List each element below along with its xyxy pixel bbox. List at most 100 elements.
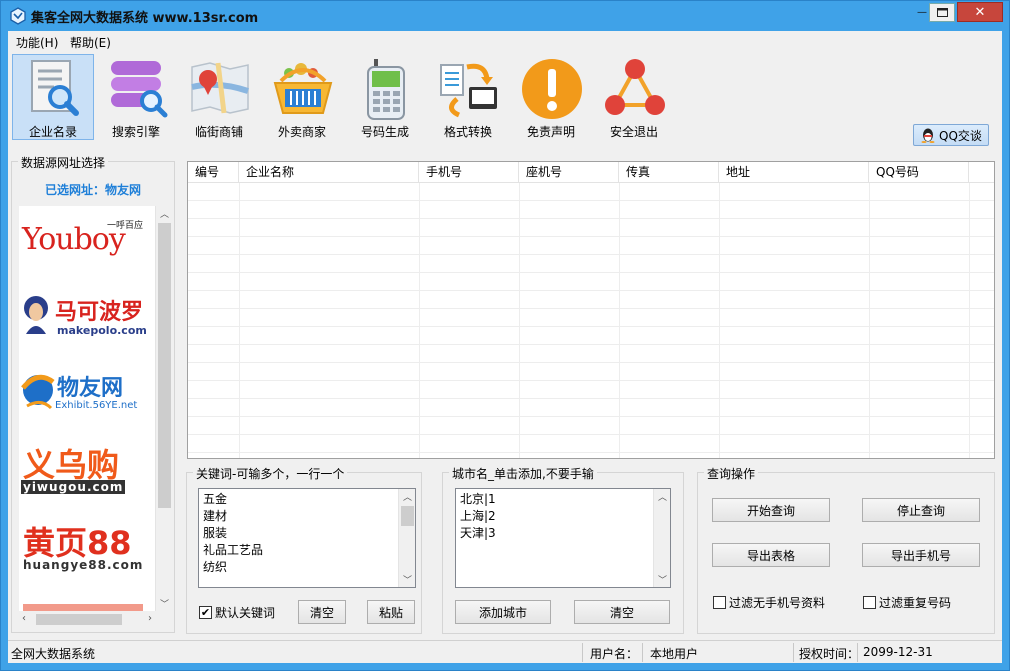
keywords-clear-button[interactable]: 清空 — [298, 600, 346, 624]
scroll-thumb[interactable] — [36, 614, 122, 625]
table-row[interactable] — [188, 237, 994, 255]
scroll-up-arrow-icon[interactable]: ︿ — [403, 490, 412, 503]
map-pin-icon — [191, 62, 249, 114]
keywords-panel-title: 关键词-可输多个，一行一个 — [193, 465, 348, 482]
keywords-textarea[interactable]: 五金 建材 服装 礼品工艺品 纺织 ︿ ﹀ — [198, 488, 416, 588]
col-header-qq[interactable]: QQ号码 — [869, 162, 969, 183]
qq-chat-label: QQ交谈 — [939, 128, 982, 143]
default-keyword-label: 默认关键词 — [215, 606, 276, 620]
col-header-mobile[interactable]: 手机号 — [419, 162, 519, 183]
checkbox-box[interactable] — [863, 596, 876, 609]
query-panel: 查询操作 开始查询 停止查询 导出表格 导出手机号 过滤无手机号资料 过滤重复号… — [697, 465, 995, 634]
scroll-down-arrow-icon[interactable]: ﹀ — [160, 597, 169, 610]
scroll-thumb[interactable] — [158, 223, 171, 508]
tool-format-convert[interactable]: 格式转换 — [427, 54, 509, 140]
table-row[interactable] — [188, 345, 994, 363]
scroll-down-arrow-icon[interactable]: ﹀ — [658, 573, 667, 586]
cities-clear-button[interactable]: 清空 — [574, 600, 670, 624]
scroll-up-arrow-icon[interactable]: ︿ — [160, 207, 169, 220]
keyword-item: 五金 — [203, 492, 228, 506]
cities-panel: 城市名_单击添加,不要手输 北京|1 上海|2 天津|3 ︿ ﹀ 添加城市 清空 — [442, 465, 684, 634]
table-row[interactable] — [188, 255, 994, 273]
scroll-down-arrow-icon[interactable]: ﹀ — [403, 573, 412, 586]
filter-no-phone-label: 过滤无手机号资料 — [729, 596, 826, 610]
tool-street-shops[interactable]: 临街商铺 — [178, 54, 260, 140]
keywords-panel: 关键词-可输多个，一行一个 五金 建材 服装 礼品工艺品 纺织 ︿ ﹀ ✔ 默认… — [186, 465, 422, 634]
site-logo-56ye[interactable]: 物友网 Exhibit.56YE.net — [19, 362, 155, 422]
tool-label: 安全退出 — [609, 125, 658, 139]
tool-company-directory[interactable]: 企业名录 — [12, 54, 94, 140]
site-logo-makepolo[interactable]: 马可波罗 makepolo.com — [19, 286, 155, 346]
keyword-item: 建材 — [203, 509, 228, 523]
minimize-icon: — — [917, 6, 927, 18]
stop-query-button[interactable]: 停止查询 — [862, 498, 980, 522]
table-row[interactable] — [188, 381, 994, 399]
default-keyword-checkbox[interactable]: ✔ 默认关键词 — [199, 604, 275, 621]
menu-help[interactable]: 帮助(E) — [70, 34, 111, 51]
keywords-paste-button[interactable]: 粘贴 — [367, 600, 415, 624]
keywords-vscrollbar[interactable]: ︿ ﹀ — [398, 489, 415, 587]
table-row[interactable] — [188, 399, 994, 417]
close-icon: ✕ — [974, 4, 986, 20]
col-header-company[interactable]: 企业名称 — [239, 162, 419, 183]
exit-network-icon — [605, 59, 665, 115]
table-row[interactable] — [188, 183, 994, 201]
site-logo-huangye88[interactable]: 黄页88 huangye88.com — [19, 516, 155, 576]
keyword-item: 纺织 — [203, 560, 228, 574]
source-site-panel: 数据源网址选择 已选网址：物友网 一呼百应 Youboy 马可波罗 makepo… — [11, 154, 175, 633]
status-divider — [857, 643, 858, 662]
site-logo-yiwugou[interactable]: 义乌购 yiwugou.com — [19, 438, 155, 498]
filter-no-phone-checkbox[interactable]: 过滤无手机号资料 — [713, 594, 825, 611]
scroll-left-arrow-icon[interactable]: ‹ — [22, 613, 26, 624]
scroll-thumb[interactable] — [401, 506, 414, 526]
close-button[interactable]: ✕ — [957, 2, 1003, 22]
start-query-button[interactable]: 开始查询 — [712, 498, 830, 522]
source-list-hscrollbar[interactable]: ‹ › — [19, 611, 155, 628]
qq-chat-button[interactable]: QQ交谈 — [913, 124, 989, 146]
scroll-right-arrow-icon[interactable]: › — [148, 613, 152, 624]
tool-label: 格式转换 — [443, 125, 492, 139]
site-logo-partial[interactable] — [19, 600, 155, 611]
site-logo-youboy[interactable]: 一呼百应 Youboy — [19, 214, 155, 274]
export-phone-button[interactable]: 导出手机号 — [862, 543, 980, 567]
scroll-up-arrow-icon[interactable]: ︿ — [658, 490, 667, 503]
col-header-id[interactable]: 编号 — [188, 162, 239, 183]
col-header-fax[interactable]: 传真 — [619, 162, 719, 183]
checkbox-box[interactable] — [713, 596, 726, 609]
checkbox-box[interactable]: ✔ — [199, 606, 212, 619]
cities-textarea[interactable]: 北京|1 上海|2 天津|3 ︿ ﹀ — [455, 488, 671, 588]
tool-disclaimer[interactable]: 免责声明 — [510, 54, 592, 140]
cities-vscrollbar[interactable]: ︿ ﹀ — [653, 489, 670, 587]
status-user-label: 用户名： — [590, 647, 639, 661]
table-row[interactable] — [188, 435, 994, 453]
tool-takeaway-merchants[interactable]: 外卖商家 — [261, 54, 343, 140]
marco-polo-portrait-icon — [24, 296, 48, 334]
table-row[interactable] — [188, 273, 994, 291]
status-app-name: 全网大数据系统 — [11, 647, 96, 661]
filter-duplicate-label: 过滤重复号码 — [879, 596, 952, 610]
maximize-button[interactable] — [929, 3, 955, 22]
tool-label: 外卖商家 — [277, 125, 326, 139]
status-divider — [793, 643, 794, 662]
table-row[interactable] — [188, 309, 994, 327]
export-table-button[interactable]: 导出表格 — [712, 543, 830, 567]
menu-function[interactable]: 功能(H) — [16, 34, 58, 51]
col-header-address[interactable]: 地址 — [719, 162, 869, 183]
title-bar[interactable]: 集客全网大数据系统 www.13sr.com — ✕ — [1, 1, 1009, 31]
source-list-vscrollbar[interactable]: ︿ ﹀ — [155, 206, 172, 611]
tool-search-engine[interactable]: 搜索引擎 — [95, 54, 177, 140]
filter-duplicate-checkbox[interactable]: 过滤重复号码 — [863, 594, 951, 611]
add-city-button[interactable]: 添加城市 — [455, 600, 551, 624]
table-row[interactable] — [188, 291, 994, 309]
tool-number-generator[interactable]: 号码生成 — [344, 54, 426, 140]
table-row[interactable] — [188, 417, 994, 435]
city-item: 天津|3 — [460, 526, 496, 540]
table-row[interactable] — [188, 327, 994, 345]
col-header-landline[interactable]: 座机号 — [519, 162, 619, 183]
table-row[interactable] — [188, 219, 994, 237]
table-row[interactable] — [188, 201, 994, 219]
table-row[interactable] — [188, 363, 994, 381]
tool-safe-exit[interactable]: 安全退出 — [593, 54, 675, 140]
qq-penguin-icon — [921, 128, 935, 143]
results-grid[interactable]: 编号 企业名称 手机号 座机号 传真 地址 QQ号码 — [187, 161, 995, 459]
